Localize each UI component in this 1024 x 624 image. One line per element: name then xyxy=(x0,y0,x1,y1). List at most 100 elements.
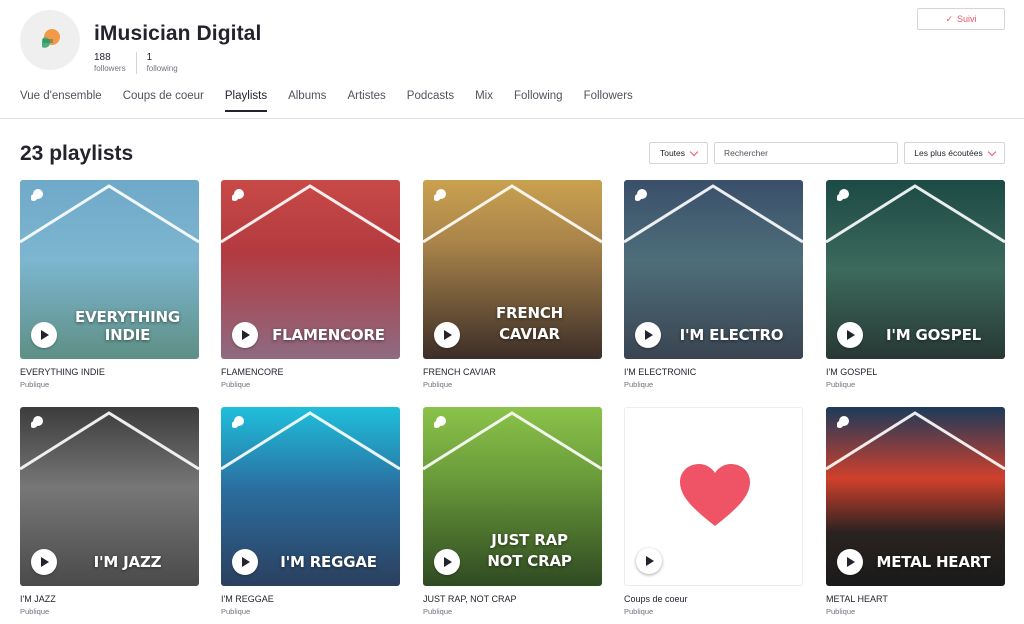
cover-title: I'M REGGAE xyxy=(280,553,377,571)
imusician-mini-logo-icon xyxy=(434,189,446,201)
playlist-card[interactable]: EVERYTHING INDIE EVERYTHING INDIE Publiq… xyxy=(20,180,199,390)
playlist-card[interactable]: I'M REGGAE I'M REGGAE Publique xyxy=(221,407,400,617)
playlist-title[interactable]: METAL HEART xyxy=(826,594,1005,605)
cover-title-line: CAVIAR xyxy=(499,325,560,343)
followers-label: followers xyxy=(94,64,126,73)
playlist-cover[interactable]: EVERYTHING INDIE xyxy=(20,180,199,359)
playlist-card[interactable]: JUST RAP NOT CRAP JUST RAP, NOT CRAP Pub… xyxy=(423,407,602,617)
cover-title: FRENCH CAVIAR xyxy=(463,303,596,345)
playlist-cover[interactable]: FRENCH CAVIAR xyxy=(423,180,602,359)
playlist-card[interactable]: FRENCH CAVIAR FRENCH CAVIAR Publique xyxy=(423,180,602,390)
playlist-title[interactable]: I'M ELECTRONIC xyxy=(624,367,803,378)
tab-mix[interactable]: Mix xyxy=(475,90,493,112)
playlist-card[interactable]: I'M JAZZ I'M JAZZ Publique xyxy=(20,407,199,617)
chevron-down-icon xyxy=(689,147,699,156)
playlist-title[interactable]: I'M GOSPEL xyxy=(826,367,1005,378)
cover-title-line: NOT CRAP xyxy=(487,552,572,570)
play-icon xyxy=(41,557,49,567)
tab-podcasts[interactable]: Podcasts xyxy=(407,90,454,112)
play-icon xyxy=(242,557,250,567)
page-title: 23 playlists xyxy=(20,142,134,165)
play-icon xyxy=(444,557,452,567)
imusician-mini-logo-icon xyxy=(635,189,647,201)
tab-followers[interactable]: Followers xyxy=(584,90,633,112)
playlist-visibility: Publique xyxy=(624,380,654,389)
playlist-visibility: Publique xyxy=(423,380,453,389)
check-icon: ✓ xyxy=(945,13,954,24)
play-button[interactable] xyxy=(31,549,57,575)
playlist-cover[interactable]: FLAMENCORE xyxy=(221,180,400,359)
play-button[interactable] xyxy=(837,549,863,575)
playlist-card[interactable]: METAL HEART METAL HEART Publique xyxy=(826,407,1005,617)
filter-label: Toutes xyxy=(659,148,686,158)
imusician-mini-logo-icon xyxy=(434,416,446,428)
play-button[interactable] xyxy=(232,322,258,348)
playlist-visibility: Publique xyxy=(221,380,251,389)
playlist-title[interactable]: I'M REGGAE xyxy=(221,594,400,605)
playlist-card[interactable]: I'M GOSPEL I'M GOSPEL Publique xyxy=(826,180,1005,390)
playlist-visibility: Publique xyxy=(221,607,251,616)
tabs-divider xyxy=(0,118,1024,119)
followers-count: 188 xyxy=(94,52,111,63)
playlist-title[interactable]: JUST RAP, NOT CRAP xyxy=(423,594,602,605)
playlist-title[interactable]: EVERYTHING INDIE xyxy=(20,367,199,378)
imusician-mini-logo-icon xyxy=(31,416,43,428)
cover-title: I'M ELECTRO xyxy=(679,326,784,344)
playlist-card[interactable]: Coups de coeur Publique xyxy=(624,407,803,617)
tab-albums[interactable]: Albums xyxy=(288,90,326,112)
imusician-mini-logo-icon xyxy=(837,189,849,201)
playlist-card[interactable]: FLAMENCORE FLAMENCORE Publique xyxy=(221,180,400,390)
follow-button-label: Suivi xyxy=(957,14,977,24)
play-icon xyxy=(847,330,855,340)
playlist-cover[interactable]: I'M REGGAE xyxy=(221,407,400,586)
play-button[interactable] xyxy=(434,549,460,575)
playlist-title[interactable]: I'M JAZZ xyxy=(20,594,199,605)
play-button[interactable] xyxy=(635,322,661,348)
following-count: 1 xyxy=(146,52,153,63)
heart-icon xyxy=(680,464,750,526)
play-icon xyxy=(646,556,654,566)
playlist-title[interactable]: FRENCH CAVIAR xyxy=(423,367,602,378)
followers-stat[interactable]: 188 followers xyxy=(94,52,136,74)
profile-name: iMusician Digital xyxy=(94,22,262,45)
playlist-visibility: Publique xyxy=(20,380,50,389)
playlist-visibility: Publique xyxy=(20,607,50,616)
filter-dropdown[interactable]: Toutes xyxy=(649,142,708,164)
following-stat[interactable]: 1 following xyxy=(135,52,188,74)
playlist-visibility: Publique xyxy=(826,380,856,389)
avatar[interactable] xyxy=(20,10,80,70)
playlist-cover[interactable]: JUST RAP NOT CRAP xyxy=(423,407,602,586)
play-button[interactable] xyxy=(636,548,662,574)
playlist-title[interactable]: FLAMENCORE xyxy=(221,367,400,378)
tab-playlists[interactable]: Playlists xyxy=(224,90,268,112)
follow-button[interactable]: ✓ Suivi xyxy=(917,8,1005,30)
playlist-cover[interactable]: METAL HEART xyxy=(826,407,1005,586)
tab-artists[interactable]: Artistes xyxy=(347,90,385,112)
sort-dropdown[interactable]: Les plus écoutées xyxy=(904,142,1005,164)
play-icon xyxy=(242,330,250,340)
cover-title: I'M JAZZ xyxy=(93,553,162,571)
tab-overview[interactable]: Vue d'ensemble xyxy=(20,90,102,112)
cover-title: I'M GOSPEL xyxy=(886,326,981,344)
playlist-title[interactable]: Coups de coeur xyxy=(624,594,803,605)
play-button[interactable] xyxy=(434,322,460,348)
play-icon xyxy=(645,330,653,340)
playlist-cover[interactable]: I'M ELECTRO xyxy=(624,180,803,359)
play-button[interactable] xyxy=(837,322,863,348)
cover-title: EVERYTHING INDIE xyxy=(75,308,180,344)
cover-title: JUST RAP NOT CRAP xyxy=(463,530,596,572)
playlist-cover[interactable] xyxy=(624,407,803,586)
imusician-mini-logo-icon xyxy=(232,189,244,201)
play-button[interactable] xyxy=(232,549,258,575)
imusician-logo-icon xyxy=(42,29,60,48)
playlist-cover[interactable]: I'M GOSPEL xyxy=(826,180,1005,359)
search-input[interactable] xyxy=(714,142,898,164)
play-icon xyxy=(41,330,49,340)
play-button[interactable] xyxy=(31,322,57,348)
tab-following[interactable]: Following xyxy=(514,90,563,112)
playlist-card[interactable]: I'M ELECTRO I'M ELECTRONIC Publique xyxy=(624,180,803,390)
playlist-visibility: Publique xyxy=(423,607,453,616)
tab-favorites[interactable]: Coups de coeur xyxy=(123,90,204,112)
playlist-cover[interactable]: I'M JAZZ xyxy=(20,407,199,586)
play-icon xyxy=(847,557,855,567)
